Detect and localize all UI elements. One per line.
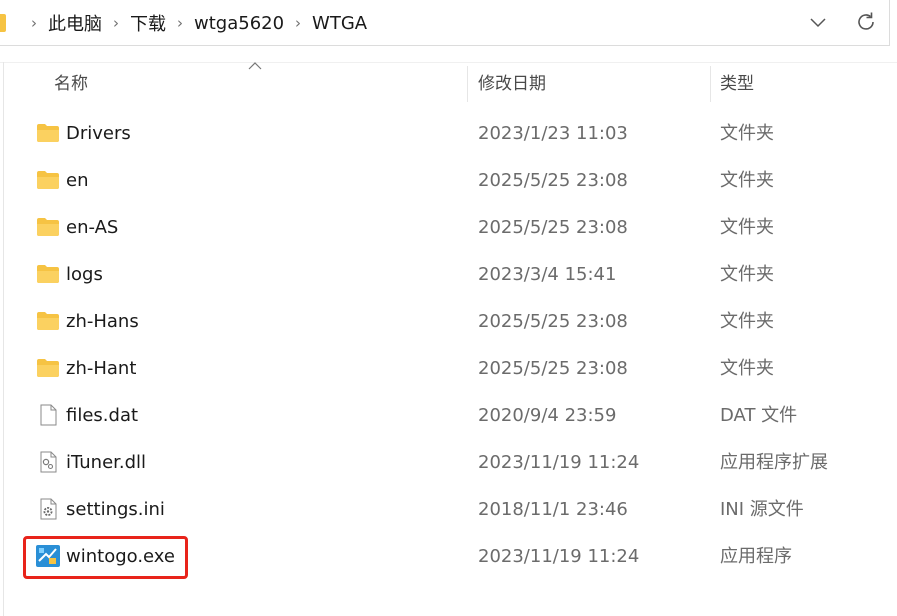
file-date: 2025/5/25 23:08 [478, 217, 628, 238]
file-type: DAT 文件 [720, 405, 798, 426]
file-date: 2020/9/4 23:59 [478, 405, 617, 426]
address-bar-area: › 此电脑 › 下载 › wtga5620 › WTGA [0, 0, 897, 48]
column-divider[interactable] [710, 66, 711, 102]
chevron-right-icon[interactable]: › [31, 14, 37, 32]
file-date: 2023/1/23 11:03 [478, 123, 628, 144]
file-date: 2025/5/25 23:08 [478, 358, 628, 379]
file-row[interactable]: en 2025/5/25 23:08 文件夹 [0, 157, 897, 204]
column-header-type[interactable]: 类型 [720, 62, 754, 104]
file-type: INI 源文件 [720, 499, 804, 520]
file-row[interactable]: iTuner.dll 2023/11/19 11:24 应用程序扩展 [0, 439, 897, 486]
file-type: 文件夹 [720, 217, 774, 238]
folder-icon [37, 171, 59, 189]
file-row[interactable]: settings.ini 2018/11/1 23:46 INI 源文件 [0, 486, 897, 533]
breadcrumb-item-wtga5620[interactable]: wtga5620 [194, 13, 284, 34]
file-date: 2023/3/4 15:41 [478, 264, 617, 285]
file-name: files.dat [66, 405, 139, 426]
column-header-name[interactable]: 名称 [54, 62, 88, 104]
file-row[interactable]: Drivers 2023/1/23 11:03 文件夹 [0, 110, 897, 157]
file-name: en [66, 170, 89, 191]
file-row[interactable]: zh-Hans 2025/5/25 23:08 文件夹 [0, 298, 897, 345]
file-date: 2023/11/19 11:24 [478, 546, 640, 567]
file-type: 文件夹 [720, 170, 774, 191]
file-date: 2023/11/19 11:24 [478, 452, 640, 473]
file-date: 2018/11/1 23:46 [478, 499, 628, 520]
chevron-right-icon[interactable]: › [295, 14, 301, 32]
breadcrumb-item-wtga[interactable]: WTGA [312, 13, 367, 34]
column-header: 名称 修改日期 类型 [0, 62, 897, 104]
breadcrumb-item-downloads[interactable]: 下载 [130, 10, 166, 36]
folder-icon [37, 124, 59, 142]
chevron-right-icon[interactable]: › [177, 14, 183, 32]
chevron-right-icon[interactable]: › [113, 14, 119, 32]
dll-icon [40, 451, 57, 473]
column-divider[interactable] [467, 66, 468, 102]
file-type: 文件夹 [720, 358, 774, 379]
file-date: 2025/5/25 23:08 [478, 311, 628, 332]
file-name: settings.ini [66, 499, 165, 520]
chevron-down-icon[interactable] [808, 12, 828, 32]
file-type: 应用程序扩展 [720, 452, 828, 473]
file-icon [40, 404, 57, 426]
folder-icon [37, 218, 59, 236]
file-name: logs [66, 264, 103, 285]
file-row[interactable]: en-AS 2025/5/25 23:08 文件夹 [0, 204, 897, 251]
folder-icon [37, 359, 59, 377]
file-name: Drivers [66, 123, 131, 144]
file-name: iTuner.dll [66, 452, 147, 473]
folder-icon [0, 14, 6, 32]
file-date: 2025/5/25 23:08 [478, 170, 628, 191]
folder-icon [37, 312, 59, 330]
file-row[interactable]: files.dat 2020/9/4 23:59 DAT 文件 [0, 392, 897, 439]
file-name: zh-Hant [66, 358, 137, 379]
column-header-date[interactable]: 修改日期 [478, 62, 546, 104]
file-type: 文件夹 [720, 311, 774, 332]
sort-ascending-icon [248, 62, 262, 70]
annotation-highlight-box [23, 536, 188, 579]
breadcrumb: › 此电脑 › 下载 › wtga5620 › WTGA [0, 0, 367, 46]
breadcrumb-item-this-pc[interactable]: 此电脑 [48, 10, 102, 36]
folder-icon [37, 265, 59, 283]
file-row[interactable]: zh-Hant 2025/5/25 23:08 文件夹 [0, 345, 897, 392]
ini-settings-icon [40, 498, 57, 520]
file-name: zh-Hans [66, 311, 139, 332]
file-type: 应用程序 [720, 546, 792, 567]
file-row[interactable]: logs 2023/3/4 15:41 文件夹 [0, 251, 897, 298]
file-name: en-AS [66, 217, 119, 238]
refresh-icon[interactable] [855, 11, 877, 33]
file-type: 文件夹 [720, 123, 774, 144]
file-type: 文件夹 [720, 264, 774, 285]
